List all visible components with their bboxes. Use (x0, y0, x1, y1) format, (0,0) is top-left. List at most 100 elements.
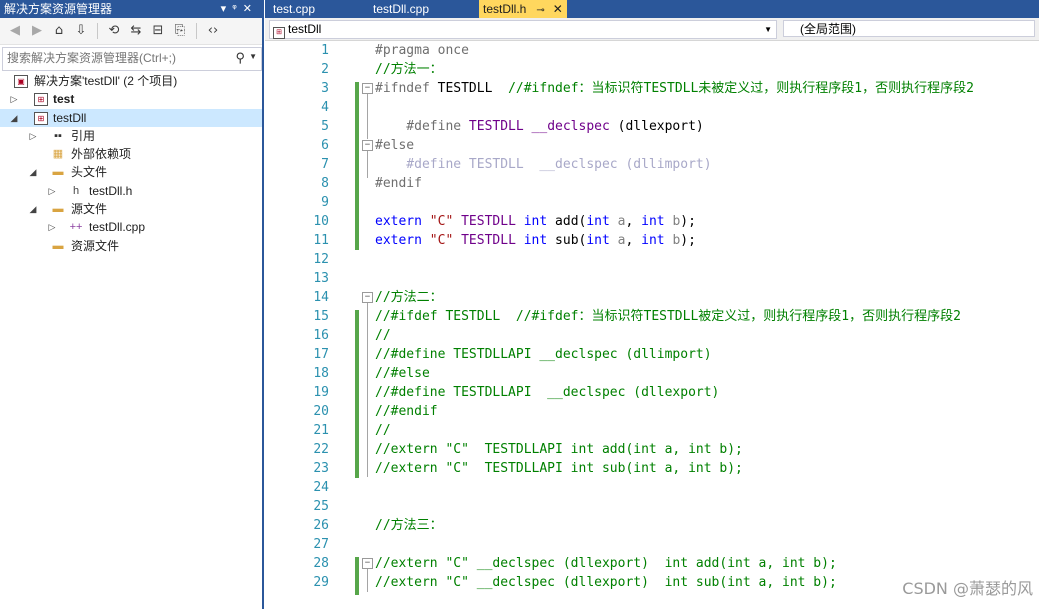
close-icon[interactable]: ✕ (243, 2, 258, 15)
member-scope-dropdown[interactable]: (全局范围) (783, 20, 1035, 37)
code-token: int (523, 214, 556, 229)
tree-item-references[interactable]: ▷ ▪▪ 引用 (0, 127, 262, 145)
search-input[interactable] (3, 48, 227, 68)
collapse-icon[interactable]: ⊟ (149, 22, 167, 40)
code-line[interactable]: #pragma once (375, 41, 469, 60)
code-line[interactable]: // (375, 326, 391, 345)
expand-arrow-icon[interactable]: ▷ (27, 127, 39, 145)
code-token: //extern "C" TESTDLLAPI int sub(int a, i… (375, 461, 743, 476)
line-number: 27 (313, 537, 329, 552)
code-token: int (641, 214, 673, 229)
search-options-dropdown-icon[interactable]: ▼ (249, 52, 257, 61)
code-token: int (523, 233, 556, 248)
tree-item-solution[interactable]: ▣ 解决方案'testDll' (2 个项目) (0, 72, 262, 90)
line-number: 16 (313, 328, 329, 343)
solution-explorer-panel: 解决方案资源管理器 ▾ᵠ✕ ◀ ▶ ⌂ ⇩ ⟲ ⇆ ⊟ ⎘ ‹› ⚲ ▼ ▣ 解… (0, 0, 264, 609)
collapse-arrow-icon[interactable]: ◢ (8, 109, 20, 127)
code-line[interactable]: //#else (375, 364, 430, 383)
forward-icon[interactable]: ▶ (28, 22, 46, 40)
code-token: TESTDLL (461, 233, 524, 248)
solution-tree: ▣ 解决方案'testDll' (2 个项目) ▷ ⊞ test ◢ ⊞ tes… (0, 72, 262, 255)
code-token: TESTDLL __declspec (468, 119, 610, 134)
folder-icon: ▬ (52, 203, 64, 216)
tab-test-cpp[interactable]: test.cpp (273, 0, 315, 18)
switch-views-icon[interactable]: ⇩ (72, 22, 90, 40)
fold-toggle-icon[interactable]: − (362, 292, 373, 303)
solution-explorer-title: 解决方案资源管理器 (4, 2, 113, 16)
back-icon[interactable]: ◀ (6, 22, 24, 40)
line-number: 12 (313, 252, 329, 267)
fold-toggle-icon[interactable]: − (362, 140, 373, 151)
line-number: 4 (321, 100, 329, 115)
code-token: "C" (429, 233, 462, 248)
document-tab-bar: test.cpp testDll.cpp testDll.h ⊸ ✕ (265, 0, 1039, 18)
history-icon[interactable]: ⟲ (105, 22, 123, 40)
fold-toggle-icon[interactable]: − (362, 83, 373, 94)
code-line[interactable]: //extern "C" __declspec (dllexport) int … (375, 554, 837, 573)
tree-item-resource-files[interactable]: ▬ 资源文件 (0, 237, 262, 255)
editor-area: test.cpp testDll.cpp testDll.h ⊸ ✕ ⊞ testDl… (265, 0, 1039, 609)
code-token: //#else (375, 366, 430, 381)
tree-item-header-files[interactable]: ◢ ▬ 头文件 (0, 163, 262, 181)
tree-item-project-test[interactable]: ▷ ⊞ test (0, 90, 262, 108)
code-line[interactable]: //#ifdef TESTDLL //#ifdef：当标识符TESTDLL被定义… (375, 307, 961, 326)
tab-testdll-cpp[interactable]: testDll.cpp (373, 0, 429, 18)
code-line[interactable]: #define TESTDLL __declspec (dllimport) (375, 155, 711, 174)
tree-item-testdll-h[interactable]: ▷ h testDll.h (0, 182, 262, 200)
code-token: #endif (375, 176, 422, 191)
code-line[interactable]: #define TESTDLL __declspec (dllexport) (375, 117, 704, 136)
expand-arrow-icon[interactable]: ▷ (8, 90, 20, 108)
tab-testdll-h[interactable]: testDll.h ⊸ ✕ (479, 0, 567, 18)
folder-icon: ▬ (52, 239, 64, 252)
collapse-arrow-icon[interactable]: ◢ (27, 200, 39, 218)
code-line[interactable]: //#define TESTDLLAPI __declspec (dllexpo… (375, 383, 719, 402)
home-icon[interactable]: ⌂ (50, 22, 68, 40)
code-line[interactable]: //#define TESTDLLAPI __declspec (dllimpo… (375, 345, 712, 364)
line-number: 17 (313, 347, 329, 362)
close-tab-icon[interactable]: ✕ (553, 2, 563, 16)
panel-splitter[interactable] (262, 0, 264, 609)
code-line[interactable]: //方法一： (375, 60, 443, 79)
code-line[interactable]: //#endif (375, 402, 438, 421)
search-box[interactable]: ⚲ ▼ (2, 47, 262, 71)
line-number: 10 (313, 214, 329, 229)
code-line[interactable]: extern "C" TESTDLL int sub(int a, int b)… (375, 231, 696, 250)
code-token: ); (680, 214, 696, 229)
code-line[interactable]: //方法二： (375, 288, 443, 307)
properties-icon[interactable]: ⎘ (171, 22, 189, 40)
tree-item-label: 源文件 (71, 202, 108, 217)
code-token: (dllexport) (609, 119, 704, 134)
expand-arrow-icon[interactable]: ▷ (46, 182, 58, 200)
code-line[interactable]: // (375, 421, 391, 440)
tree-item-label: 引用 (71, 128, 96, 143)
code-line[interactable]: //extern "C" TESTDLLAPI int add(int a, i… (375, 440, 743, 459)
pin-tab-icon[interactable]: ⊸ (536, 5, 544, 16)
code-editor[interactable]: − − − − 1 #pragma once 2 //方法一： 3 #ifndef TES… (265, 41, 1039, 609)
fold-toggle-icon[interactable]: − (362, 558, 373, 569)
tree-item-testdll-cpp[interactable]: ▷ ++ testDll.cpp (0, 218, 262, 236)
collapse-arrow-icon[interactable]: ◢ (27, 163, 39, 181)
cpp-file-icon: ++ (69, 221, 83, 234)
tree-item-external-deps[interactable]: ▦ 外部依赖项 (0, 145, 262, 163)
code-icon[interactable]: ‹› (204, 22, 222, 40)
project-icon: ⊞ (34, 111, 48, 125)
code-line[interactable]: extern "C" TESTDLL int add(int a, int b)… (375, 212, 696, 231)
code-token: #pragma once (375, 43, 469, 58)
code-token: int (586, 214, 618, 229)
code-line[interactable]: //方法三： (375, 516, 443, 535)
search-icon[interactable]: ⚲ (235, 50, 245, 66)
code-line[interactable]: #endif (375, 174, 422, 193)
window-position-dropdown-icon[interactable]: ▾ (221, 2, 233, 15)
code-line[interactable]: //extern "C" __declspec (dllexport) int … (375, 573, 837, 592)
project-scope-dropdown[interactable]: ⊞ testDll ▼ (269, 20, 777, 39)
tree-item-source-files[interactable]: ◢ ▬ 源文件 (0, 200, 262, 218)
code-line[interactable]: #ifndef TESTDLL //#ifndef：当标识符TESTDLL未被定… (375, 79, 974, 98)
expand-arrow-icon[interactable]: ▷ (46, 218, 58, 236)
code-line[interactable]: #else (375, 136, 414, 155)
tree-item-project-testdll[interactable]: ◢ ⊞ testDll (0, 108, 262, 127)
code-line[interactable]: //extern "C" TESTDLLAPI int sub(int a, i… (375, 459, 743, 478)
pin-icon[interactable]: ᵠ (232, 2, 243, 15)
code-token: //方法一： (375, 62, 443, 77)
fold-guide (367, 302, 368, 477)
sync-icon[interactable]: ⇆ (127, 22, 145, 40)
